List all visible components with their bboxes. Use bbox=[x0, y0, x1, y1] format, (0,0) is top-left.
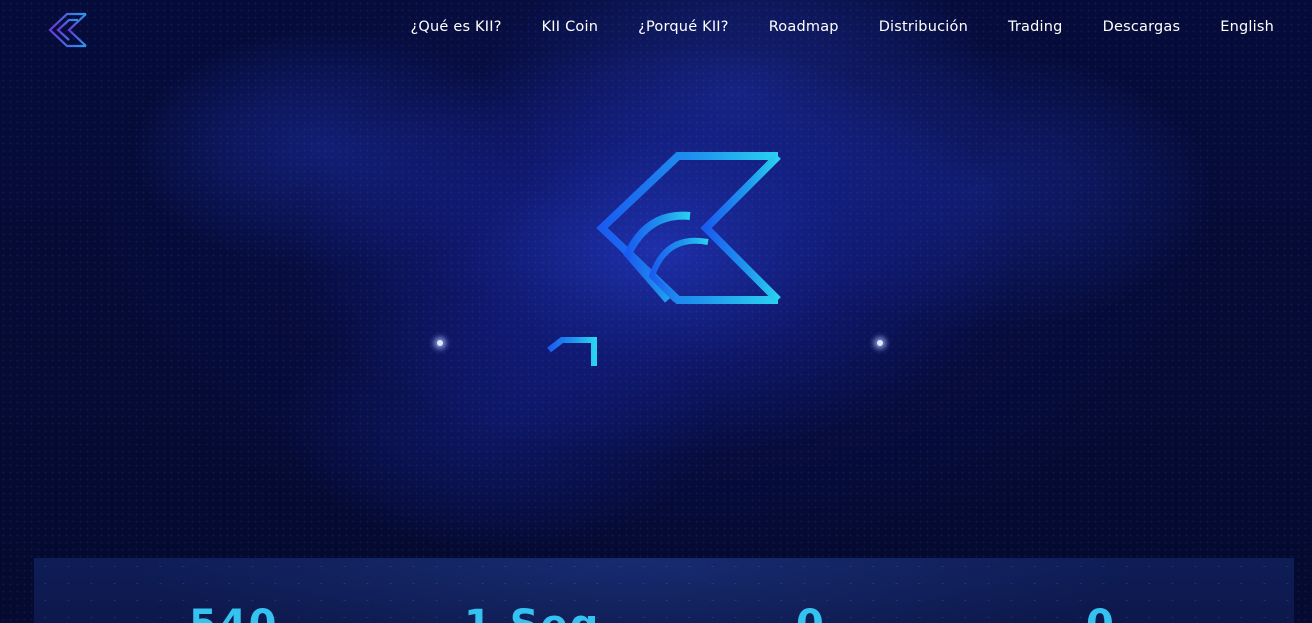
nav-item-descargas[interactable]: Descargas bbox=[1103, 19, 1181, 35]
nav-item-roadmap[interactable]: Roadmap bbox=[769, 19, 839, 35]
stats-panel: 540 1 Seg 0 0 bbox=[34, 558, 1294, 623]
main-nav: ¿Qué es KII? KII Coin ¿Porqué KII? Roadm… bbox=[371, 19, 1274, 35]
nav-item-language[interactable]: English bbox=[1220, 19, 1274, 35]
nav-item-kii-coin[interactable]: KII Coin bbox=[542, 19, 599, 35]
nav-item-porque-kii[interactable]: ¿Porqué KII? bbox=[638, 19, 729, 35]
glow-star-right bbox=[877, 340, 883, 346]
stat-value-2: 1 Seg bbox=[464, 602, 600, 623]
glow-star-left bbox=[437, 340, 443, 346]
nav-item-que-es-kii[interactable]: ¿Qué es KII? bbox=[411, 19, 502, 35]
home-logo-link[interactable] bbox=[33, 12, 89, 48]
stat-value-4: 0 bbox=[1086, 602, 1116, 623]
stat-value-3: 0 bbox=[796, 602, 826, 623]
stat-value-1: 540 bbox=[189, 602, 279, 623]
hero-logo bbox=[540, 150, 784, 372]
page: ¿Qué es KII? KII Coin ¿Porqué KII? Roadm… bbox=[0, 0, 1312, 623]
nav-item-trading[interactable]: Trading bbox=[1008, 19, 1063, 35]
kii-logo-icon bbox=[34, 12, 87, 48]
header: ¿Qué es KII? KII Coin ¿Porqué KII? Roadm… bbox=[0, 0, 1312, 58]
nav-item-distribucion[interactable]: Distribución bbox=[879, 19, 968, 35]
kii-logo-icon bbox=[544, 152, 781, 366]
